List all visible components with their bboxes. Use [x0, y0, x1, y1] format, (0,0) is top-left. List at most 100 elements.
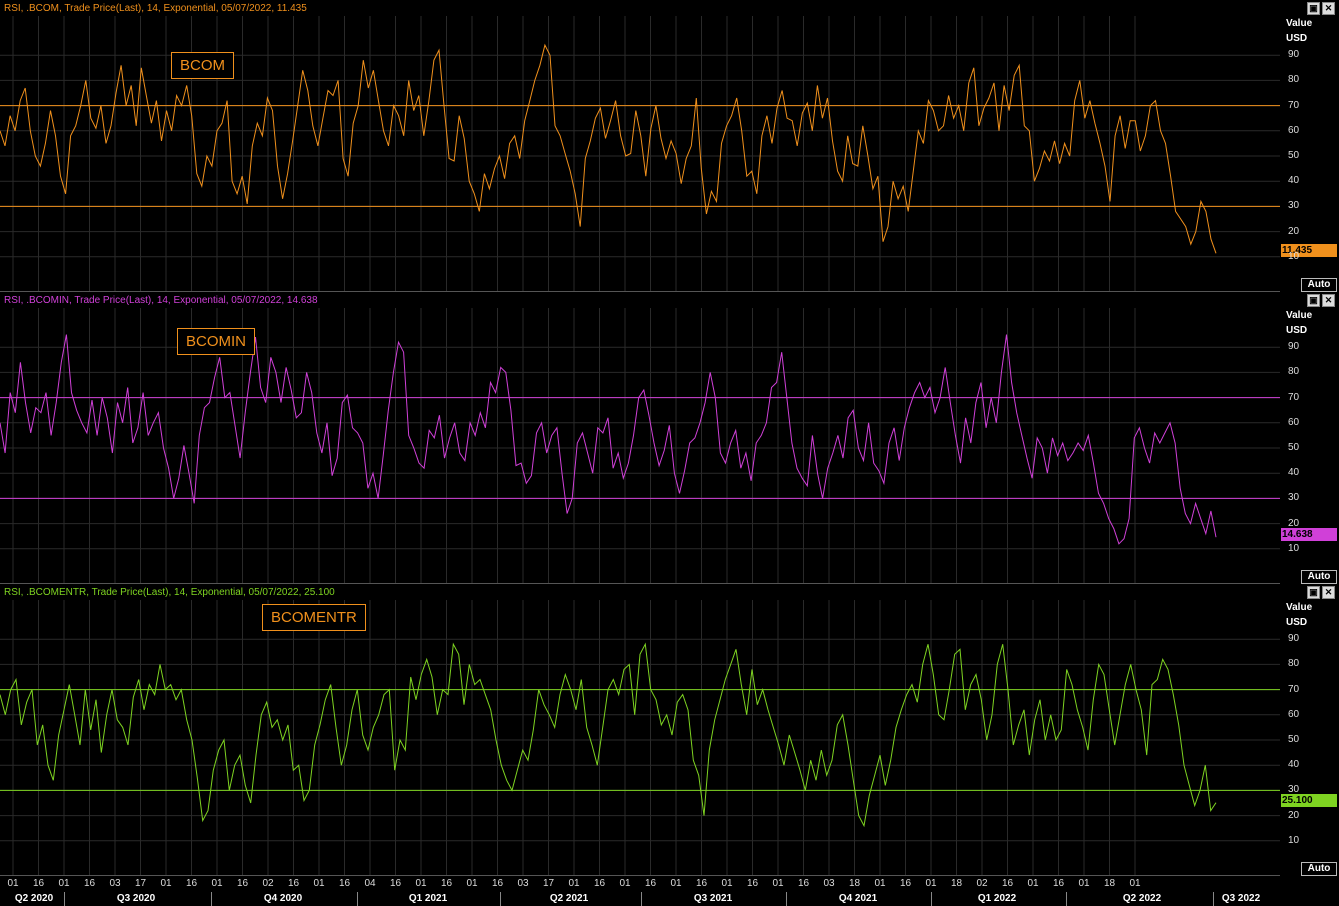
- x-tick-quarter: Q3 2021: [693, 893, 733, 904]
- quarter-separator: [357, 892, 358, 906]
- x-tick-day: 16: [644, 878, 657, 889]
- x-tick-day: 16: [1052, 878, 1065, 889]
- x-tick-day: 16: [1001, 878, 1014, 889]
- x-tick-day: 01: [1129, 878, 1141, 889]
- x-tick-day: 18: [1103, 878, 1116, 889]
- x-tick-day: 01: [58, 878, 70, 889]
- y-axis-unit: USD: [1286, 325, 1308, 336]
- chart-panel-bcom: RSI, .BCOM, Trade Price(Last), 14, Expon…: [0, 0, 1339, 292]
- y-tick-label: 50: [1288, 442, 1300, 453]
- auto-scale-button-bcomin[interactable]: Auto: [1301, 570, 1337, 584]
- y-tick-label: 30: [1288, 492, 1300, 504]
- x-axis: 01 16 01 16 03 17 01 16 01 16 02 16 01 16 04 16 01 16 01 16…: [0, 876, 1280, 906]
- panel-title-bcomentr: RSI, .BCOMENTR, Trade Price(Last), 14, E…: [4, 587, 335, 598]
- x-tick-day: 01: [721, 878, 733, 889]
- y-tick-label: 40: [1288, 175, 1300, 187]
- x-tick-day: 16: [695, 878, 708, 889]
- y-tick-label: 70: [1288, 391, 1300, 403]
- restore-window-icon[interactable]: ▣: [1307, 294, 1320, 307]
- x-tick-day: 01: [160, 878, 172, 889]
- y-tick-label: 10: [1288, 834, 1300, 846]
- x-tick-quarter: Q4 2021: [838, 893, 878, 904]
- y-axis-bcomentr: Value USD 25.100 Auto 10 20 30 40 50 60 70 80 90: [1280, 584, 1339, 876]
- y-tick-label: 70: [1288, 683, 1300, 695]
- y-tick-label: 60: [1288, 124, 1300, 136]
- x-tick-day: 16: [491, 878, 504, 889]
- y-tick-label: 50: [1288, 734, 1300, 745]
- x-tick-day: 03: [823, 878, 835, 889]
- x-tick-day: 03: [109, 878, 121, 889]
- y-tick-label: 60: [1288, 708, 1300, 720]
- x-tick-day: 16: [899, 878, 912, 889]
- x-tick-day: 01: [1078, 878, 1090, 889]
- y-axis-title: Value: [1286, 602, 1313, 613]
- x-tick-day: 17: [542, 878, 555, 889]
- quarter-separator: [931, 892, 932, 906]
- close-window-icon[interactable]: ✕: [1322, 586, 1335, 599]
- x-tick-day: 16: [32, 878, 45, 889]
- y-tick-label: 20: [1288, 225, 1300, 237]
- y-tick-label: 10: [1288, 542, 1300, 554]
- restore-window-icon[interactable]: ▣: [1307, 586, 1320, 599]
- y-tick-label: 10: [1288, 250, 1300, 262]
- x-tick-day: 17: [134, 878, 147, 889]
- plot-area-bcom[interactable]: [0, 0, 1280, 292]
- x-tick-day: 02: [976, 878, 988, 889]
- x-tick-day: 16: [236, 878, 249, 889]
- panel-title-bcomin: RSI, .BCOMIN, Trade Price(Last), 14, Exp…: [4, 295, 318, 306]
- x-tick-day: 16: [185, 878, 198, 889]
- close-window-icon[interactable]: ✕: [1322, 294, 1335, 307]
- x-tick-quarter: Q1 2022: [977, 893, 1017, 904]
- y-axis-title: Value: [1286, 310, 1313, 321]
- x-tick-quarter: Q2 2022: [1122, 893, 1162, 904]
- plot-area-bcomentr[interactable]: [0, 584, 1280, 876]
- x-tick-day: 02: [262, 878, 274, 889]
- x-tick-day: 01: [415, 878, 427, 889]
- y-axis-bcomin: Value USD 14.638 Auto 10 20 30 40 50 60 70 80 90: [1280, 292, 1339, 584]
- badge-bcomin[interactable]: BCOMIN: [177, 328, 255, 355]
- y-tick-label: 40: [1288, 467, 1300, 479]
- x-tick-day: 01: [466, 878, 478, 889]
- quarter-separator: [500, 892, 501, 906]
- restore-window-icon[interactable]: ▣: [1307, 2, 1320, 15]
- badge-bcomentr[interactable]: BCOMENTR: [262, 604, 366, 631]
- y-tick-label: 40: [1288, 759, 1300, 771]
- quarter-separator: [641, 892, 642, 906]
- y-tick-label: 70: [1288, 99, 1300, 111]
- badge-bcom[interactable]: BCOM: [171, 52, 234, 79]
- auto-scale-button-bcomentr[interactable]: Auto: [1301, 862, 1337, 876]
- rsi-series-line: [0, 334, 1217, 545]
- y-axis-title: Value: [1286, 18, 1313, 29]
- x-tick-day: 01: [772, 878, 784, 889]
- y-tick-label: 50: [1288, 150, 1300, 161]
- x-tick-day: 01: [568, 878, 580, 889]
- x-tick-quarter: Q2 2021: [549, 893, 589, 904]
- x-tick-day: 04: [364, 878, 376, 889]
- quarter-separator: [211, 892, 212, 906]
- panel-title-bcom: RSI, .BCOM, Trade Price(Last), 14, Expon…: [4, 3, 307, 14]
- x-tick-day: 01: [211, 878, 223, 889]
- y-tick-label: 30: [1288, 200, 1300, 212]
- quarter-separator: [786, 892, 787, 906]
- y-tick-label: 80: [1288, 74, 1300, 86]
- y-tick-label: 20: [1288, 809, 1300, 821]
- x-tick-day: 01: [670, 878, 682, 889]
- x-tick-day: 01: [7, 878, 19, 889]
- auto-scale-button-bcom[interactable]: Auto: [1301, 278, 1337, 292]
- y-tick-label: 90: [1288, 341, 1300, 353]
- x-tick-day: 16: [593, 878, 606, 889]
- y-tick-label: 60: [1288, 416, 1300, 428]
- y-tick-label: 80: [1288, 366, 1300, 378]
- x-tick-day: 16: [746, 878, 759, 889]
- close-window-icon[interactable]: ✕: [1322, 2, 1335, 15]
- y-tick-label: 90: [1288, 49, 1300, 61]
- y-axis-bcom: Value USD 11.435 Auto 10 20 30 40 50 60 70 80 90: [1280, 0, 1339, 292]
- x-tick-day: 03: [517, 878, 529, 889]
- x-tick-day: 01: [925, 878, 937, 889]
- last-value-bcomentr: 25.100: [1281, 794, 1337, 807]
- x-tick-quarter: Q2 2020: [14, 893, 54, 904]
- quarter-separator: [1213, 892, 1214, 906]
- x-tick-day: 16: [797, 878, 810, 889]
- x-tick-day: 01: [1027, 878, 1039, 889]
- last-value-bcomin: 14.638: [1281, 528, 1337, 541]
